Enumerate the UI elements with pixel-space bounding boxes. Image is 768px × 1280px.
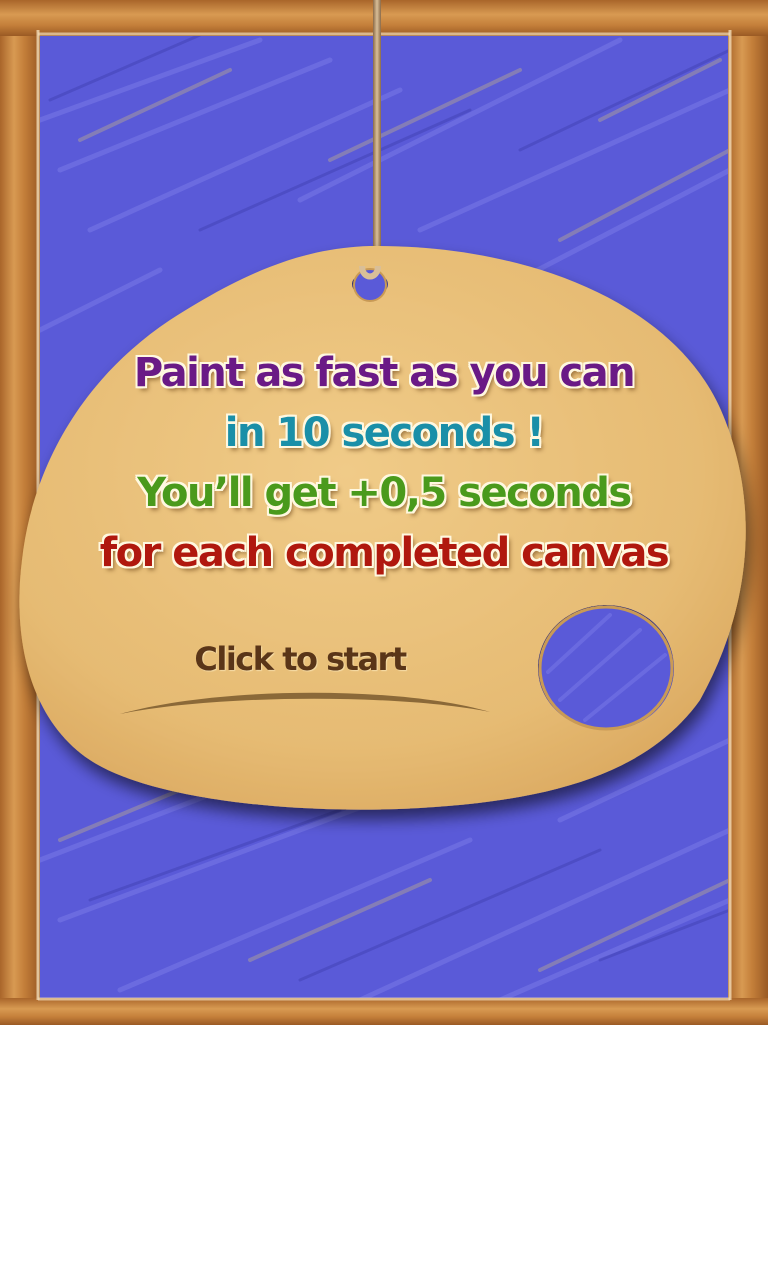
blank-footer-area xyxy=(0,1025,768,1280)
instruction-line-3: You’ll get +0,5 seconds xyxy=(137,470,632,516)
instruction-line-1: Paint as fast as you can xyxy=(133,350,636,396)
game-area: Paint as fast as you can in 10 seconds !… xyxy=(0,0,768,1025)
hanging-string xyxy=(373,0,381,275)
instruction-line-2: in 10 seconds ! xyxy=(224,410,545,456)
start-button-label: Click to start xyxy=(194,640,407,678)
instruction-line-4: for each completed canvas xyxy=(99,530,670,576)
start-button[interactable]: Click to start xyxy=(150,632,450,692)
